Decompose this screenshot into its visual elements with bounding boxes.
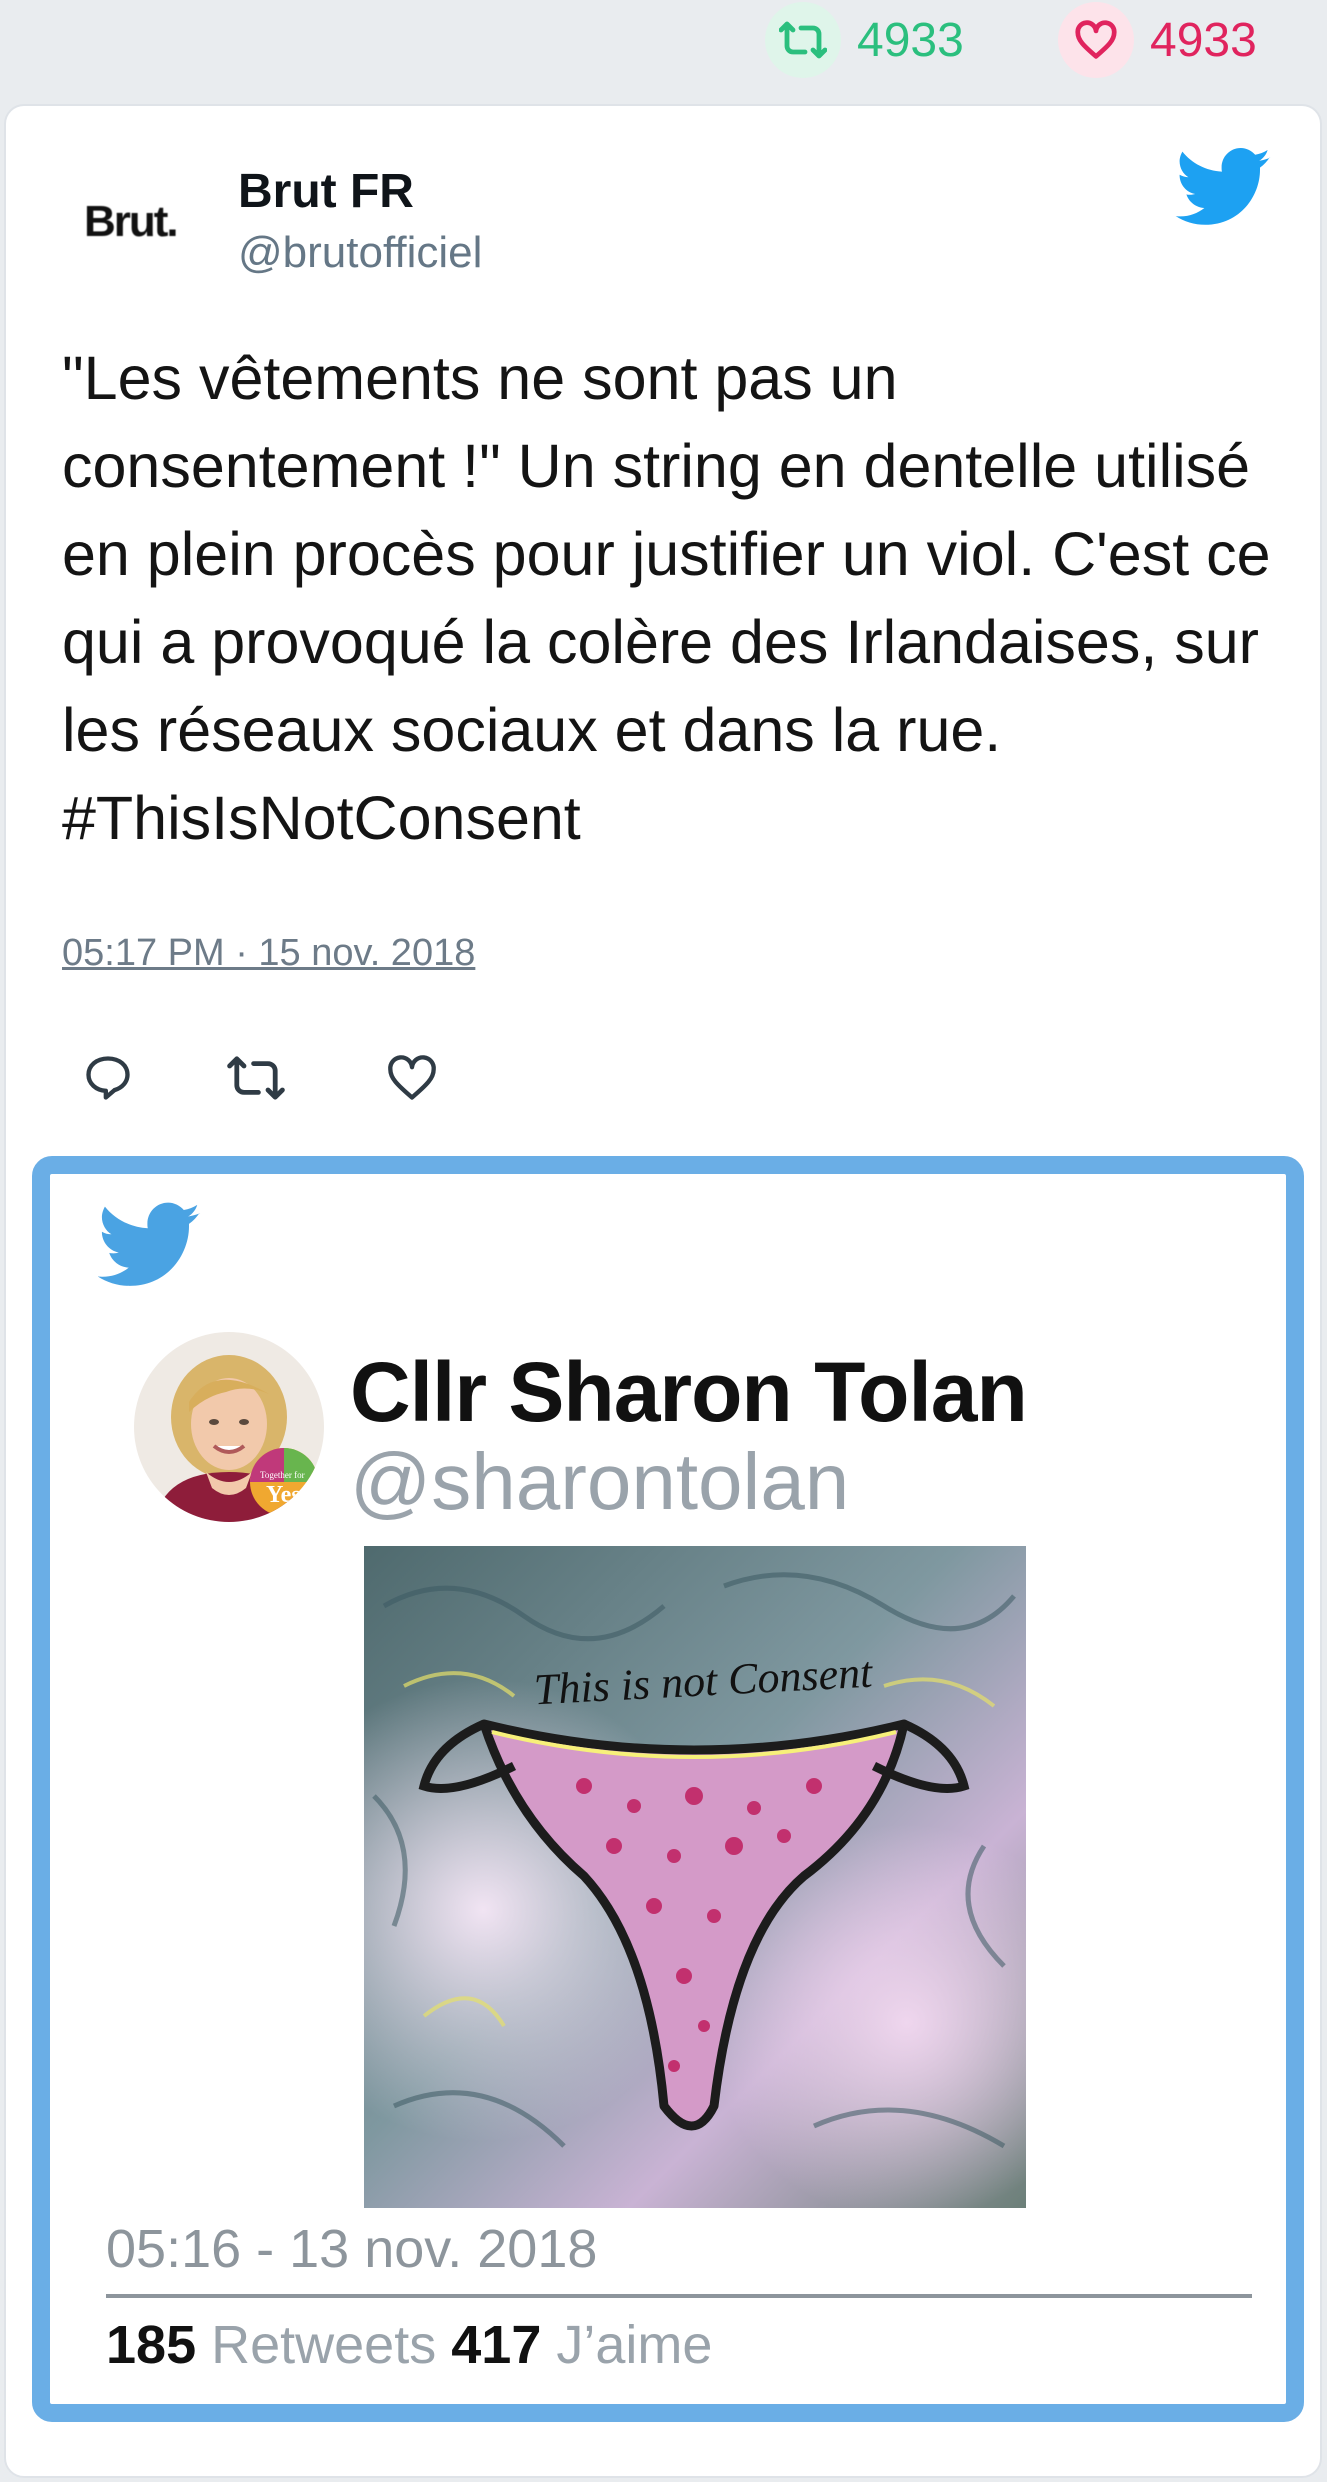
author-name[interactable]: Brut FR [238,164,414,219]
author-handle[interactable]: @brutofficiel [238,228,482,278]
embedded-author-avatar: Together for Yes [134,1332,324,1522]
author-avatar-logo[interactable]: Brut. [84,192,194,252]
like-count: 4933 [1150,13,1257,67]
tweet-text: "Les vêtements ne sont pas un consenteme… [62,344,1271,852]
heart-icon[interactable] [380,1046,444,1110]
heart-icon[interactable] [1058,2,1134,78]
embedded-likes-count: 417 [451,2315,542,2375]
tweet-card: Brut. Brut FR @brutofficiel "Les vêtemen… [4,104,1322,2478]
tweet-timestamp-link[interactable]: 05:17 PM · 15 nov. 2018 [62,932,475,975]
embedded-likes-label: J’aime [556,2315,713,2375]
avatar-badge-small-text: Together for [260,1470,305,1480]
embedded-artwork-image: This is not Consent [364,1546,1026,2208]
embedded-tweet-image[interactable]: Together for Yes Cllr Sharon Tolan @shar… [32,1156,1304,2422]
twitter-bird-icon[interactable] [1174,148,1274,228]
embedded-author-handle: @sharontolan [350,1437,850,1526]
retweet-icon[interactable] [765,2,841,78]
twitter-bird-icon [98,1202,201,1286]
embedded-retweets-label: Retweets [211,2315,437,2375]
top-stats-bar: 4933 4933 [0,0,1327,100]
avatar-badge-text: Yes [266,1482,301,1508]
embedded-retweets-count: 185 [106,2315,197,2375]
embedded-author-name: Cllr Sharon Tolan [350,1345,1028,1439]
embedded-timestamp: 05:16 - 13 nov. 2018 [106,2219,598,2279]
reply-icon[interactable] [76,1046,140,1110]
retweet-count: 4933 [857,13,964,67]
retweet-stat[interactable]: 4933 [765,2,964,78]
like-stat[interactable]: 4933 [1058,2,1257,78]
embedded-stats: 185 Retweets 417 J’aime [106,2314,712,2376]
embedded-divider [106,2294,1252,2298]
retweet-icon[interactable] [224,1046,288,1110]
